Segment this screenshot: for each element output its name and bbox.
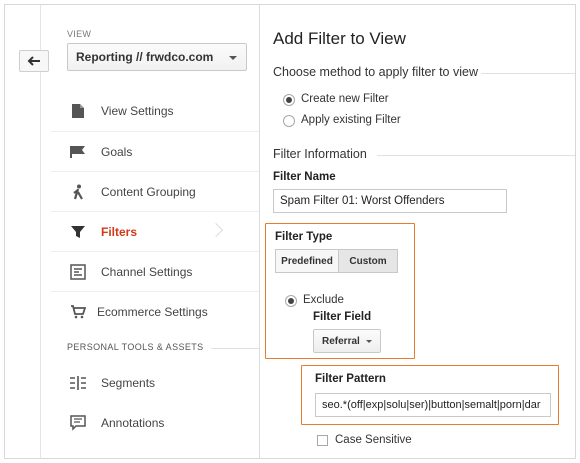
exclude-label: Exclude [303, 294, 344, 306]
chevron-down-icon [229, 56, 237, 60]
sidebar-divider [259, 5, 260, 458]
case-sensitive-checkbox[interactable] [317, 435, 328, 446]
sidebar-item-label: Content Grouping [101, 185, 196, 199]
flag-icon [69, 144, 87, 160]
sidebar-item-annotations[interactable]: Annotations [51, 403, 259, 443]
document-icon [69, 103, 87, 119]
section-divider [377, 155, 575, 156]
section-divider [211, 348, 259, 349]
sidebar-item-segments[interactable]: Segments [51, 363, 259, 403]
filter-type-label: Filter Type [275, 231, 333, 243]
app-frame: VIEW Reporting // frwdco.com View Settin… [4, 4, 576, 459]
filter-field-label: Filter Field [313, 311, 372, 323]
sidebar-item-ecommerce-settings[interactable]: Ecommerce Settings [51, 291, 259, 331]
filter-name-label: Filter Name [273, 171, 336, 183]
info-heading: Filter Information [273, 147, 367, 161]
page-title: Add Filter to View [273, 29, 406, 48]
channel-icon [69, 264, 87, 280]
person-walking-icon [69, 184, 87, 200]
filter-field-value: Referral [322, 335, 360, 347]
annotation-icon [69, 415, 87, 431]
section-divider [481, 73, 575, 74]
case-sensitive-label: Case Sensitive [335, 434, 412, 446]
sidebar-item-label: Filters [101, 225, 138, 239]
tab-custom[interactable]: Custom [338, 249, 398, 273]
method-heading: Choose method to apply filter to view [273, 65, 478, 79]
sidebar-item-label: View Settings [101, 104, 174, 118]
view-select-value: Reporting // frwdco.com [76, 50, 214, 64]
filter-name-input[interactable]: Spam Filter 01: Worst Offenders [273, 189, 507, 213]
main-panel: Add Filter to View Choose method to appl… [265, 5, 575, 458]
tab-predefined[interactable]: Predefined [275, 249, 339, 273]
sidebar-item-filters[interactable]: Filters [51, 211, 259, 251]
radio-exclude[interactable] [285, 295, 297, 307]
sidebar-item-label: Channel Settings [101, 265, 193, 279]
sidebar-item-label: Ecommerce Settings [97, 305, 208, 319]
left-rule [40, 5, 41, 458]
sidebar-item-label: Goals [101, 145, 133, 159]
sidebar-item-view-settings[interactable]: View Settings [51, 91, 259, 131]
radio-label-apply-existing: Apply existing Filter [301, 114, 401, 126]
radio-label-create-new: Create new Filter [301, 93, 389, 105]
segments-icon [69, 375, 87, 391]
filter-pattern-value: seo.*(off|exp|solu|ser)|button|semalt|po… [322, 399, 541, 411]
filter-pattern-label: Filter Pattern [315, 373, 386, 385]
radio-create-new-filter[interactable] [283, 94, 295, 106]
sidebar-item-channel-settings[interactable]: Channel Settings [51, 251, 259, 291]
sidebar-item-label: Segments [101, 376, 156, 390]
filter-pattern-input[interactable]: seo.*(off|exp|solu|ser)|button|semalt|po… [315, 393, 551, 417]
view-label: VIEW [67, 29, 92, 39]
radio-apply-existing-filter[interactable] [283, 115, 295, 127]
chevron-down-icon [366, 340, 372, 343]
back-button[interactable] [19, 50, 49, 72]
funnel-icon [69, 224, 87, 240]
back-arrow-icon [27, 56, 40, 66]
sidebar: VIEW Reporting // frwdco.com View Settin… [51, 5, 259, 458]
section-heading-personal: PERSONAL TOOLS & ASSETS [67, 342, 204, 352]
filter-name-value: Spam Filter 01: Worst Offenders [280, 195, 445, 207]
sidebar-item-goals[interactable]: Goals [51, 131, 259, 171]
view-select[interactable]: Reporting // frwdco.com [67, 43, 247, 71]
sidebar-item-label: Annotations [101, 416, 165, 430]
cart-icon [69, 304, 87, 320]
sidebar-item-content-grouping[interactable]: Content Grouping [51, 171, 259, 211]
filter-field-dropdown[interactable]: Referral [313, 329, 381, 353]
